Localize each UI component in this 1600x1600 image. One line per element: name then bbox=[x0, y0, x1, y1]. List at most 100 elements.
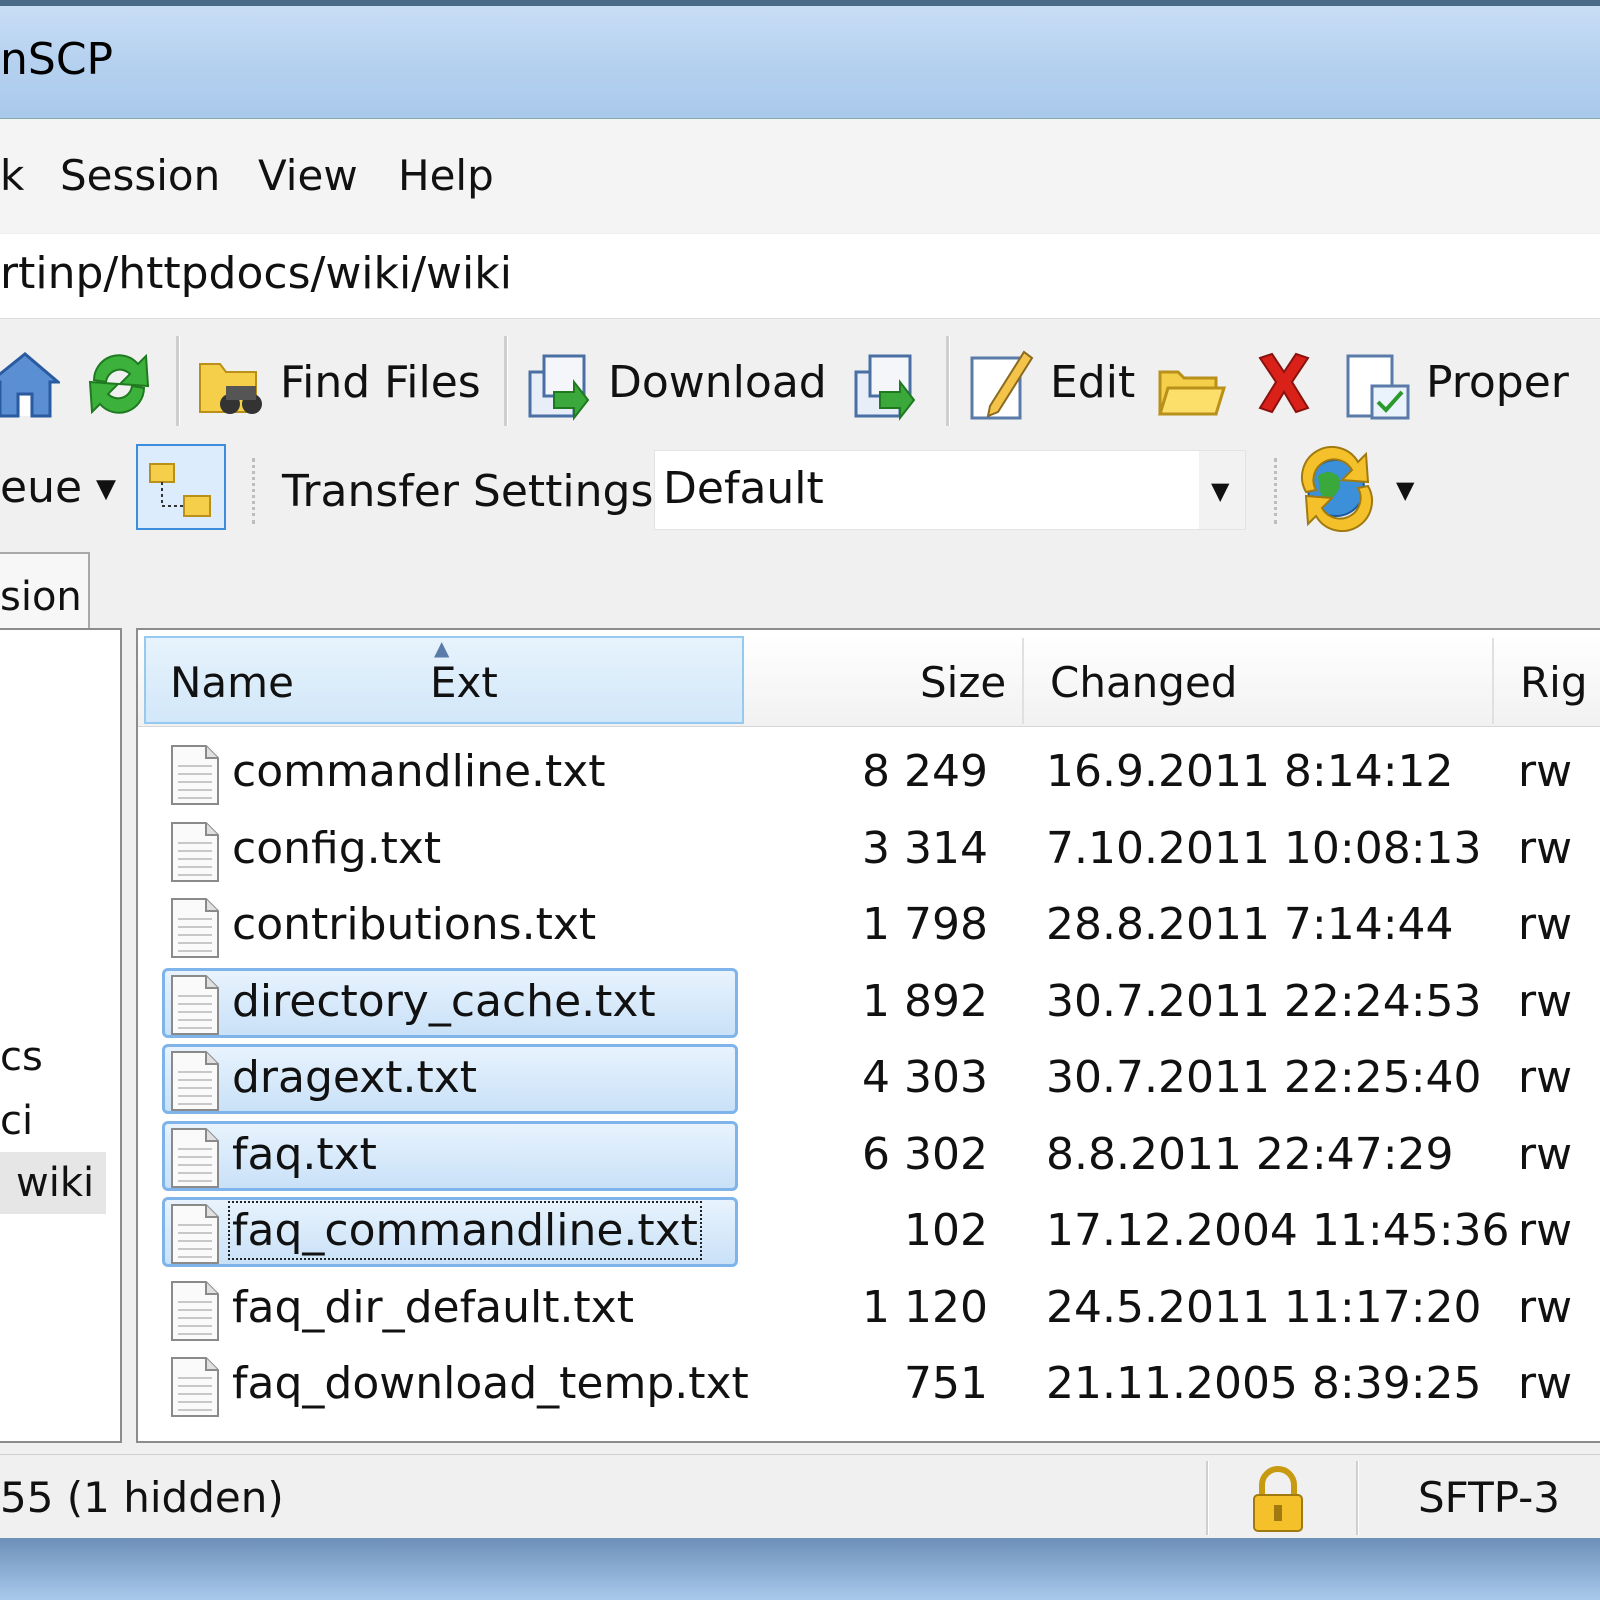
column-separator[interactable] bbox=[1022, 638, 1024, 724]
file-changed: 16.9.2011 8:14:12 bbox=[1046, 746, 1454, 797]
refresh-button[interactable] bbox=[84, 342, 154, 422]
column-header-rights[interactable]: Rig bbox=[1520, 658, 1588, 707]
edit-label: Edit bbox=[1050, 356, 1136, 408]
file-name[interactable]: faq.txt bbox=[232, 1129, 377, 1180]
file-changed: 28.8.2011 7:14:44 bbox=[1046, 899, 1454, 950]
file-name[interactable]: commandline.txt bbox=[232, 746, 606, 797]
file-size: 8 249 bbox=[862, 746, 988, 797]
file-row[interactable]: contributions.txt 1 798 28.8.2011 7:14:44 r… bbox=[138, 889, 1600, 965]
text-file-icon bbox=[171, 974, 219, 1035]
transfer-toolbar: eue ▼ Transfer Settings Default ▼ ▼ bbox=[0, 440, 1600, 540]
menu-item-mark[interactable]: k bbox=[0, 151, 24, 200]
menu-item-session[interactable]: Session bbox=[60, 151, 220, 200]
file-changed: 30.7.2011 22:24:53 bbox=[1046, 975, 1482, 1027]
status-bar: 55 (1 hidden) SFTP-3 bbox=[0, 1454, 1600, 1537]
toolbar-separator bbox=[176, 336, 180, 426]
file-size: 102 bbox=[904, 1205, 988, 1256]
column-header-name[interactable]: Name bbox=[170, 658, 294, 707]
download-label: Download bbox=[608, 356, 827, 408]
text-file-icon bbox=[171, 1357, 219, 1417]
status-protocol: SFTP-3 bbox=[1418, 1473, 1561, 1522]
file-changed: 21.11.2005 8:39:25 bbox=[1046, 1358, 1482, 1409]
file-row[interactable]: faq_commandline.txt 102 17.12.2004 11:45:3… bbox=[138, 1195, 1600, 1271]
column-header-ext[interactable]: Ext bbox=[430, 658, 498, 707]
lock-icon bbox=[1253, 1466, 1303, 1532]
file-size: 1 892 bbox=[862, 975, 988, 1027]
address-path[interactable]: rtinp/httpdocs/wiki/wiki bbox=[0, 248, 512, 299]
transfer-settings-label: Transfer Settings bbox=[282, 466, 654, 517]
download-options-icon bbox=[854, 354, 916, 421]
tree-item-httpdocs[interactable]: cs bbox=[0, 1034, 43, 1080]
title-bar: nSCP bbox=[0, 0, 1600, 118]
tree-item-wiki-parent[interactable]: ci bbox=[0, 1098, 33, 1144]
synchronize-dropdown-icon[interactable]: ▼ bbox=[1396, 476, 1414, 504]
column-header-changed[interactable]: Changed bbox=[1050, 658, 1237, 707]
home-icon bbox=[0, 352, 60, 418]
column-separator[interactable] bbox=[1492, 638, 1494, 724]
file-name[interactable]: faq_commandline.txt bbox=[228, 1201, 702, 1260]
tab-session-label: sion bbox=[0, 574, 82, 620]
file-row[interactable]: commandline.txt 8 249 16.9.2011 8:14:12 rw bbox=[138, 736, 1600, 812]
download-icon bbox=[528, 354, 590, 421]
download-options-button[interactable] bbox=[850, 342, 920, 422]
queue-label[interactable]: eue bbox=[0, 462, 82, 513]
file-row[interactable]: directory_cache.txt 1 892 30.7.2011 22:24:… bbox=[138, 966, 1600, 1042]
file-name[interactable]: faq_dir_default.txt bbox=[232, 1282, 634, 1333]
tree-toggle-button[interactable] bbox=[136, 444, 226, 530]
open-button[interactable] bbox=[1156, 342, 1226, 422]
tree-item-wiki-label: wiki bbox=[16, 1160, 95, 1206]
properties-label: Proper bbox=[1426, 356, 1569, 408]
download-button[interactable]: Download bbox=[524, 342, 827, 422]
delete-icon bbox=[1258, 352, 1310, 414]
address-bar[interactable]: rtinp/httpdocs/wiki/wiki bbox=[0, 234, 1600, 319]
text-file-icon bbox=[171, 898, 219, 958]
file-size: 1 798 bbox=[862, 899, 988, 950]
file-rights: rw bbox=[1518, 899, 1573, 950]
menu-item-view[interactable]: View bbox=[258, 151, 358, 200]
file-row[interactable]: faq_download_temp.txt 751 21.11.2005 8:39:… bbox=[138, 1348, 1600, 1424]
file-changed: 7.10.2011 10:08:13 bbox=[1046, 822, 1482, 874]
file-rights: rw bbox=[1518, 746, 1573, 797]
file-list[interactable]: Name ▲ Ext Size Changed Rig commandline.… bbox=[136, 628, 1600, 1443]
file-rights: rw bbox=[1518, 1128, 1573, 1180]
text-file-icon bbox=[171, 821, 219, 882]
synchronize-button[interactable] bbox=[1298, 445, 1378, 533]
file-changed: 17.12.2004 11:45:36 bbox=[1046, 1205, 1510, 1256]
delete-button[interactable] bbox=[1252, 342, 1316, 422]
file-name[interactable]: contributions.txt bbox=[232, 899, 596, 950]
column-header-size[interactable]: Size bbox=[920, 658, 1006, 707]
combo-dropdown-button[interactable]: ▼ bbox=[1199, 451, 1245, 529]
file-name[interactable]: dragext.txt bbox=[232, 1052, 477, 1103]
menu-item-help[interactable]: Help bbox=[398, 151, 494, 200]
file-name[interactable]: directory_cache.txt bbox=[232, 976, 656, 1027]
toolbar-grip[interactable] bbox=[252, 458, 263, 524]
file-size: 4 303 bbox=[862, 1052, 988, 1103]
file-name[interactable]: config.txt bbox=[232, 823, 441, 874]
window-title: nSCP bbox=[0, 34, 114, 85]
tree-item-wiki-selected[interactable]: wiki bbox=[0, 1152, 106, 1214]
tab-session[interactable]: sion bbox=[0, 552, 90, 628]
file-rights: rw bbox=[1518, 1358, 1573, 1409]
text-file-icon bbox=[171, 745, 219, 805]
file-rights: rw bbox=[1518, 822, 1573, 874]
file-row[interactable]: config.txt 3 314 7.10.2011 10:08:13 rw bbox=[138, 813, 1600, 889]
home-button[interactable] bbox=[0, 342, 60, 422]
transfer-settings-select[interactable]: Default ▼ bbox=[654, 450, 1246, 530]
properties-button[interactable]: Proper bbox=[1342, 342, 1569, 422]
file-row[interactable]: faq.txt 6 302 8.8.2011 22:47:29 rw bbox=[138, 1119, 1600, 1195]
directory-tree[interactable]: cs ci wiki bbox=[0, 628, 122, 1443]
find-files-icon bbox=[199, 363, 262, 414]
status-divider bbox=[1356, 1461, 1359, 1535]
queue-dropdown-icon[interactable]: ▼ bbox=[96, 474, 116, 504]
find-files-button[interactable]: Find Files bbox=[196, 342, 481, 422]
edit-button[interactable]: Edit bbox=[966, 342, 1135, 422]
file-list-header: Name ▲ Ext Size Changed Rig bbox=[138, 634, 1600, 727]
toolbar-grip[interactable] bbox=[1274, 458, 1285, 524]
file-row[interactable]: dragext.txt 4 303 30.7.2011 22:25:40 rw bbox=[138, 1042, 1600, 1118]
text-file-icon bbox=[171, 1051, 219, 1111]
file-name[interactable]: faq_download_temp.txt bbox=[232, 1358, 749, 1409]
file-changed: 8.8.2011 22:47:29 bbox=[1046, 1128, 1454, 1180]
file-row[interactable]: faq_dir_default.txt 1 120 24.5.2011 11:17:… bbox=[138, 1272, 1600, 1348]
text-file-icon bbox=[171, 1127, 219, 1188]
transfer-settings-value: Default bbox=[663, 463, 824, 514]
